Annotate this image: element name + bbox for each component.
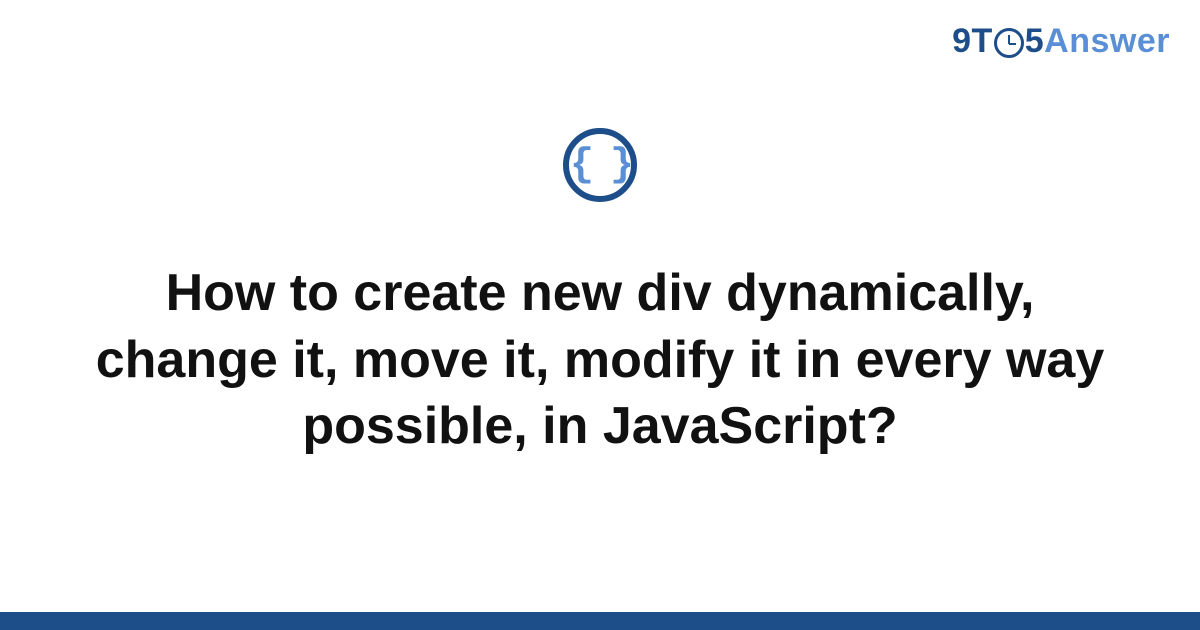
code-braces-icon: { } bbox=[563, 128, 637, 202]
topic-icon-container: { } bbox=[563, 128, 637, 202]
question-title: How to create new div dynamically, chang… bbox=[90, 260, 1110, 460]
footer-accent-bar bbox=[0, 612, 1200, 630]
logo-text-9t: 9T bbox=[952, 22, 993, 61]
page-root: 9T 5 Answer { } How to create new div dy… bbox=[0, 0, 1200, 630]
site-logo: 9T 5 Answer bbox=[952, 22, 1170, 61]
logo-text-answer: Answer bbox=[1044, 22, 1170, 61]
clock-icon bbox=[994, 28, 1024, 58]
logo-text-5: 5 bbox=[1025, 22, 1044, 61]
